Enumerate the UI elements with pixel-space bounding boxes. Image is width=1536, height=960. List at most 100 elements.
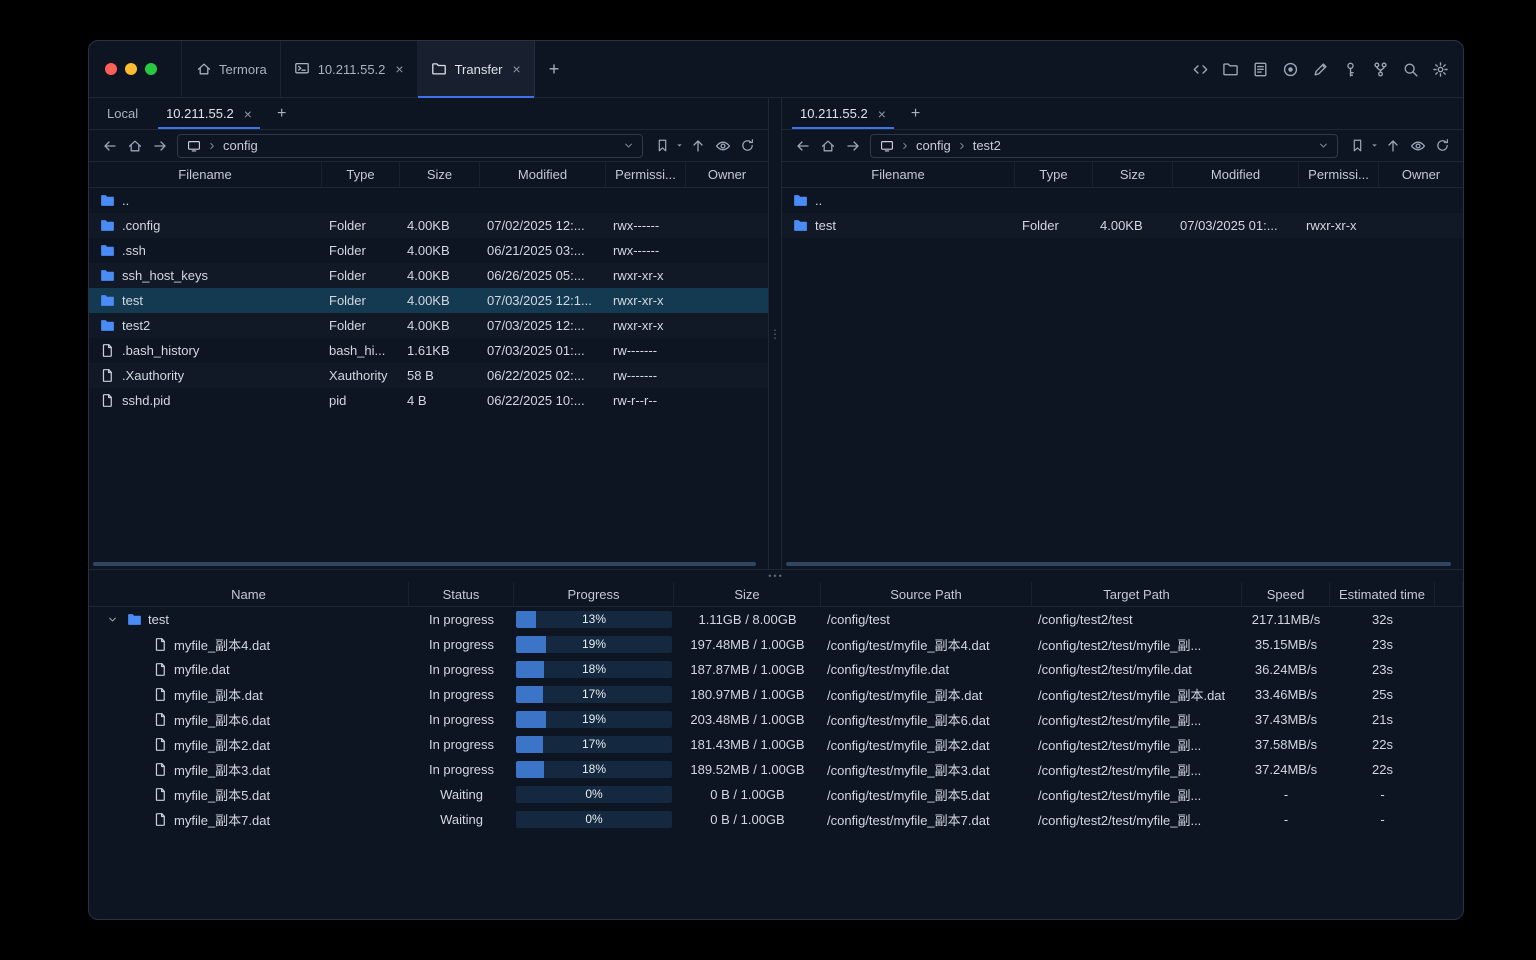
column-header[interactable]: Size xyxy=(400,162,480,187)
file-row[interactable]: ssh_host_keys Folder 4.00KB 06/26/2025 0… xyxy=(89,263,768,288)
column-header[interactable]: Permissi... xyxy=(1299,162,1379,187)
minimize-window-button[interactable] xyxy=(125,63,137,75)
column-header[interactable]: Target Path xyxy=(1032,582,1242,606)
column-header[interactable]: Speed xyxy=(1242,582,1330,606)
file-row[interactable]: .bash_history bash_hi... 1.61KB 07/03/20… xyxy=(89,338,768,363)
search-icon[interactable] xyxy=(1402,61,1419,78)
new-tab-button[interactable]: + xyxy=(266,98,297,129)
file-row[interactable]: .config Folder 4.00KB 07/02/2025 12:... … xyxy=(89,213,768,238)
column-header[interactable]: Status xyxy=(409,582,514,606)
bookmark-button[interactable] xyxy=(1346,134,1369,157)
horizontal-scrollbar[interactable] xyxy=(93,562,756,566)
transfer-row[interactable]: myfile_副本7.dat Waiting 0% 0 B / 1.00GB /… xyxy=(89,807,1463,832)
up-directory-button[interactable] xyxy=(1381,134,1404,157)
transfer-row[interactable]: test In progress 13% 1.11GB / 8.00GB /co… xyxy=(89,607,1463,632)
breadcrumb-segment[interactable]: config xyxy=(915,138,952,153)
refresh-button[interactable] xyxy=(1431,134,1454,157)
tab-termora[interactable]: Termora xyxy=(181,41,281,97)
column-header[interactable]: Filename xyxy=(89,162,322,187)
close-window-button[interactable] xyxy=(105,63,117,75)
transfer-target-path: /config/test2/test/myfile.dat xyxy=(1032,662,1242,677)
record-icon[interactable] xyxy=(1282,61,1299,78)
caret-down-icon[interactable] xyxy=(675,141,684,150)
git-branch-icon[interactable] xyxy=(1372,61,1389,78)
column-header[interactable]: Modified xyxy=(480,162,606,187)
file-name: test xyxy=(122,293,143,308)
back-button[interactable] xyxy=(791,134,814,157)
breadcrumb[interactable]: config xyxy=(177,134,643,158)
transfer-row[interactable]: myfile_副本3.dat In progress 18% 189.52MB … xyxy=(89,757,1463,782)
column-header[interactable]: Estimated time xyxy=(1330,582,1435,606)
file-modified: 06/22/2025 02:... xyxy=(480,368,606,383)
file-row[interactable]: .. xyxy=(89,188,768,213)
file-row[interactable]: sshd.pid pid 4 B 06/22/2025 10:... rw-r-… xyxy=(89,388,768,413)
forward-button[interactable] xyxy=(841,134,864,157)
tab-remote-host[interactable]: 10.211.55.2 × xyxy=(152,98,266,129)
eye-button[interactable] xyxy=(711,134,734,157)
column-header[interactable]: Size xyxy=(1093,162,1173,187)
column-header[interactable]: Owner xyxy=(686,162,768,187)
new-tab-button[interactable]: + xyxy=(900,98,931,129)
transfer-row[interactable]: myfile_副本4.dat In progress 19% 197.48MB … xyxy=(89,632,1463,657)
breadcrumb-segment[interactable]: config xyxy=(222,138,259,153)
transfer-row[interactable]: myfile_副本.dat In progress 17% 180.97MB /… xyxy=(89,682,1463,707)
column-header[interactable]: Source Path xyxy=(821,582,1032,606)
column-header[interactable]: Size xyxy=(674,582,821,606)
transfer-speed: 36.24MB/s xyxy=(1242,662,1330,677)
home-button[interactable] xyxy=(816,134,839,157)
close-tab-icon[interactable]: × xyxy=(395,62,403,76)
column-header[interactable]: Type xyxy=(322,162,400,187)
tab-transfer[interactable]: Transfer × xyxy=(418,41,535,97)
bookmark-button[interactable] xyxy=(651,134,674,157)
horizontal-scrollbar[interactable] xyxy=(786,562,1451,566)
forward-button[interactable] xyxy=(148,134,171,157)
column-header[interactable]: Modified xyxy=(1173,162,1299,187)
eye-button[interactable] xyxy=(1406,134,1429,157)
transfer-row[interactable]: myfile_副本2.dat In progress 17% 181.43MB … xyxy=(89,732,1463,757)
code-icon[interactable] xyxy=(1192,61,1209,78)
close-tab-icon[interactable]: × xyxy=(513,62,521,76)
file-modified: 07/03/2025 12:1... xyxy=(480,293,606,308)
tab-host[interactable]: 10.211.55.2 × xyxy=(281,41,418,97)
progress-percentage: 0% xyxy=(516,786,672,803)
key-icon[interactable] xyxy=(1342,61,1359,78)
breadcrumb-segment[interactable]: test2 xyxy=(972,138,1002,153)
transfer-row[interactable]: myfile_副本5.dat Waiting 0% 0 B / 1.00GB /… xyxy=(89,782,1463,807)
column-header[interactable]: Filename xyxy=(782,162,1015,187)
edit-icon[interactable] xyxy=(1312,61,1329,78)
transfer-progress-bar: 18% xyxy=(514,761,674,778)
caret-down-icon[interactable] xyxy=(1370,141,1379,150)
zoom-window-button[interactable] xyxy=(145,63,157,75)
column-header[interactable]: Name xyxy=(89,582,409,606)
settings-icon[interactable] xyxy=(1432,61,1449,78)
column-header[interactable]: Owner xyxy=(1379,162,1463,187)
file-row[interactable]: .ssh Folder 4.00KB 06/21/2025 03:... rwx… xyxy=(89,238,768,263)
expand-chevron-icon[interactable] xyxy=(103,613,121,626)
up-directory-button[interactable] xyxy=(686,134,709,157)
refresh-button[interactable] xyxy=(736,134,759,157)
tab-local[interactable]: Local xyxy=(93,98,152,129)
column-header[interactable]: Type xyxy=(1015,162,1093,187)
file-row[interactable]: .Xauthority Xauthority 58 B 06/22/2025 0… xyxy=(89,363,768,388)
file-row[interactable]: .. xyxy=(782,188,1463,213)
chevron-down-icon[interactable] xyxy=(622,139,635,152)
back-button[interactable] xyxy=(98,134,121,157)
file-row[interactable]: test Folder 4.00KB 07/03/2025 01:... rwx… xyxy=(782,213,1463,238)
transfer-row[interactable]: myfile.dat In progress 18% 187.87MB / 1.… xyxy=(89,657,1463,682)
column-header[interactable]: Permissi... xyxy=(606,162,686,187)
log-icon[interactable] xyxy=(1252,61,1269,78)
folder-icon[interactable] xyxy=(1222,61,1239,78)
chevron-down-icon[interactable] xyxy=(1317,139,1330,152)
file-row[interactable]: test2 Folder 4.00KB 07/03/2025 12:... rw… xyxy=(89,313,768,338)
transfer-row[interactable]: myfile_副本6.dat In progress 19% 203.48MB … xyxy=(89,707,1463,732)
column-header[interactable]: Progress xyxy=(514,582,674,606)
breadcrumb[interactable]: config test2 xyxy=(870,134,1338,158)
file-row[interactable]: test Folder 4.00KB 07/03/2025 12:1... rw… xyxy=(89,288,768,313)
home-button[interactable] xyxy=(123,134,146,157)
transfer-splitter[interactable]: ••• xyxy=(89,570,1463,582)
panel-splitter[interactable]: ⋮ xyxy=(768,98,782,569)
close-tab-icon[interactable]: × xyxy=(244,107,252,121)
new-tab-button[interactable]: + xyxy=(535,41,574,97)
tab-remote-host[interactable]: 10.211.55.2 × xyxy=(786,98,900,129)
close-tab-icon[interactable]: × xyxy=(878,107,886,121)
